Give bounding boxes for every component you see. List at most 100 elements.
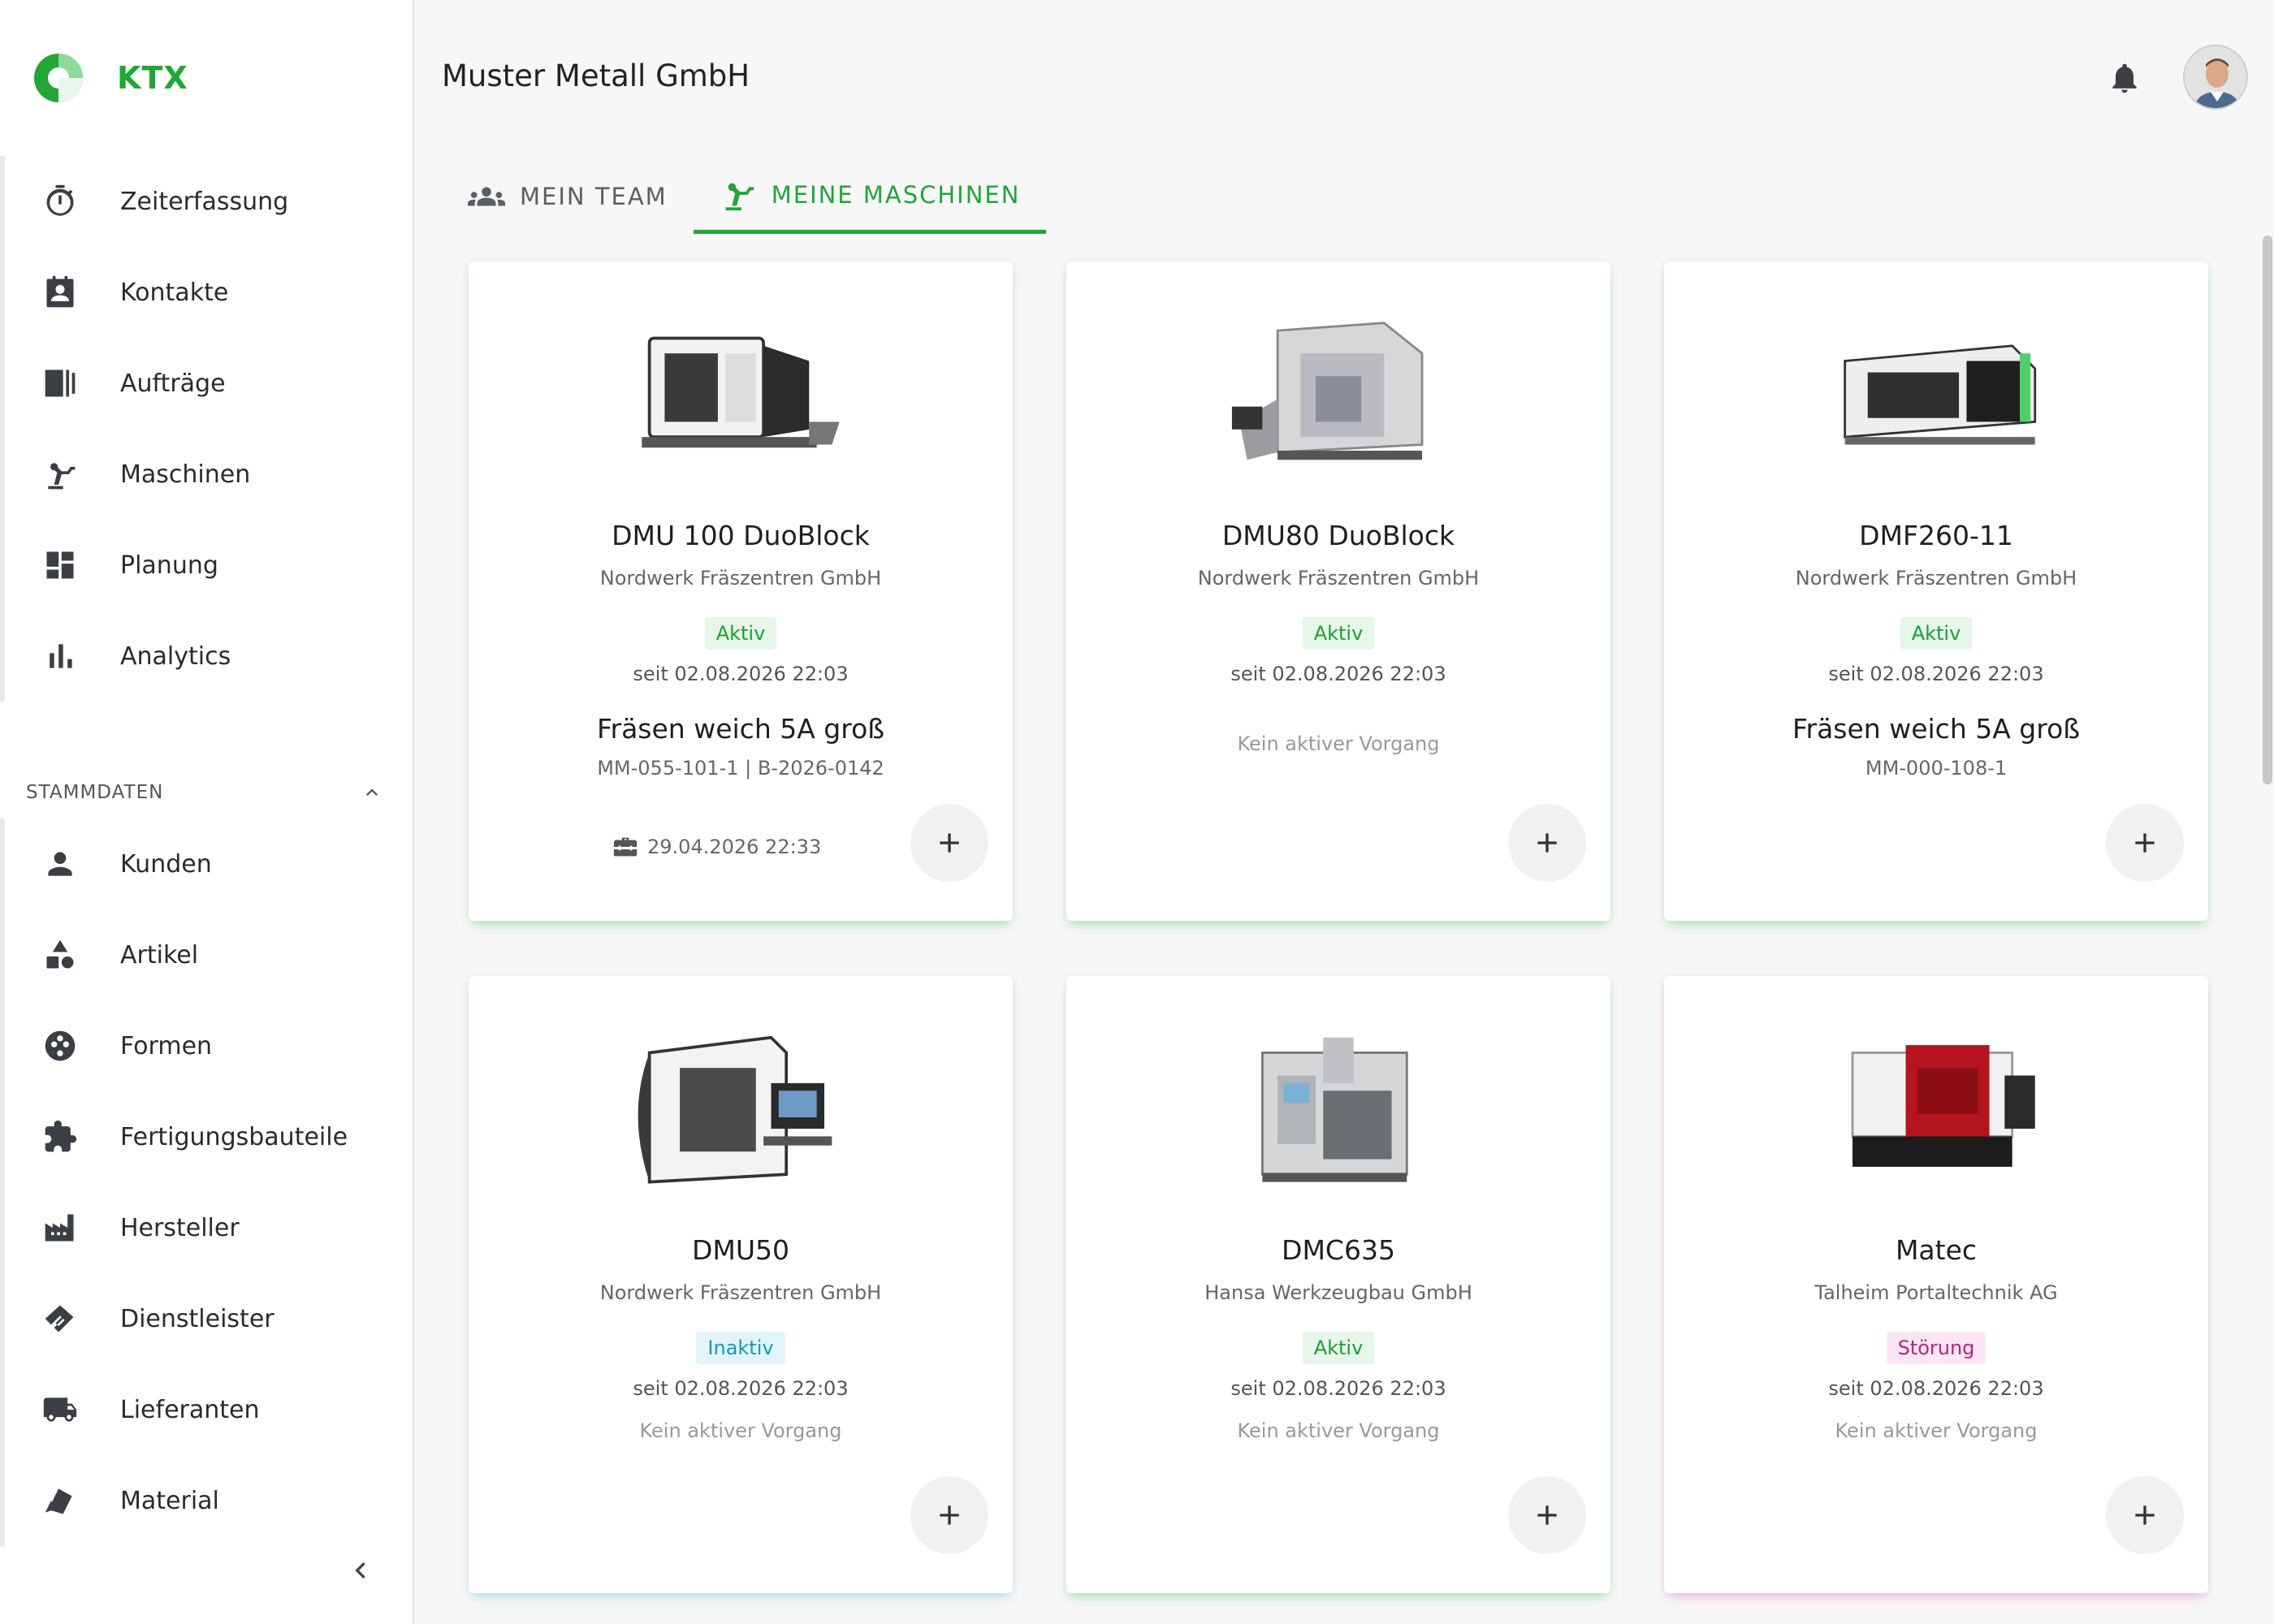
job-reference: MM-055-101-1 | B-2026-0142 (597, 757, 884, 780)
stammdaten-nav: Kunden Artikel Formen Fertigungsbauteile… (0, 818, 414, 1546)
no-active-job: Kein aktiver Vorgang (1237, 1419, 1440, 1442)
tab-label: MEIN TEAM (520, 183, 668, 210)
machine-company: Nordwerk Fräszentren GmbH (599, 1281, 882, 1304)
machine-company: Nordwerk Fräszentren GmbH (1795, 567, 2077, 590)
main-nav: Zeiterfassung Kontakte Aufträge Maschine… (0, 156, 414, 702)
sidebar-item-label: Planung (120, 551, 218, 580)
sidebar-item-analytics[interactable]: Analytics (5, 611, 414, 702)
add-button[interactable] (2106, 1476, 2184, 1554)
sidebar-item-label: Hersteller (120, 1213, 240, 1242)
tab-meine-maschinen[interactable]: MEINE MASCHINEN (693, 159, 1047, 234)
add-button[interactable] (1508, 1476, 1586, 1554)
sidebar-item-label: Formen (120, 1031, 213, 1060)
sidebar-item-formen[interactable]: Formen (5, 1000, 414, 1091)
machine-image (1806, 302, 2066, 481)
job-title: Fräsen weich 5A groß (596, 713, 885, 745)
sidebar-item-hersteller[interactable]: Hersteller (5, 1182, 414, 1273)
avatar[interactable] (2183, 45, 2248, 110)
sidebar-item-auftraege[interactable]: Aufträge (5, 338, 414, 429)
person-icon (42, 846, 78, 882)
machine-card[interactable]: DMU 100 DuoBlock Nordwerk Fräszentren Gm… (469, 261, 1013, 921)
status-badge: Aktiv (1900, 617, 1973, 650)
sidebar-item-dienstleister[interactable]: Dienstleister (5, 1273, 414, 1364)
machine-card[interactable]: DMU50 Nordwerk Fräszentren GmbH Inaktiv … (469, 976, 1013, 1593)
job-reference: MM-000-108-1 (1865, 757, 2008, 780)
chevron-up-icon (366, 788, 378, 796)
machine-name: Matec (1895, 1234, 1978, 1266)
add-button[interactable] (2106, 804, 2184, 882)
sidebar-item-artikel[interactable]: Artikel (5, 909, 414, 1000)
status-since: seit 02.08.2026 22:03 (633, 663, 849, 685)
add-button[interactable] (910, 804, 988, 882)
sidebar-item-label: Aufträge (120, 369, 226, 398)
machine-company: Nordwerk Fräszentren GmbH (1197, 567, 1480, 590)
status-since: seit 02.08.2026 22:03 (633, 1377, 849, 1400)
notifications-button[interactable] (2107, 60, 2142, 96)
machine-image (1208, 302, 1468, 481)
status-badge: Inaktiv (696, 1332, 785, 1364)
status-badge: Störung (1886, 1332, 1987, 1364)
sidebar-item-lieferanten[interactable]: Lieferanten (5, 1364, 414, 1455)
sidebar-item-material[interactable]: Material (5, 1455, 414, 1546)
machine-image (611, 302, 871, 481)
sidebar-item-kunden[interactable]: Kunden (5, 818, 414, 909)
machine-name: DMF260-11 (1859, 520, 2013, 551)
machine-name: DMU50 (691, 1234, 790, 1266)
material-icon (42, 1483, 78, 1518)
status-since: seit 02.08.2026 22:03 (1230, 663, 1446, 685)
brand-name: KTX (117, 60, 188, 96)
sidebar-item-label: Zeiterfassung (120, 187, 289, 216)
no-active-job: Kein aktiver Vorgang (1835, 1419, 2038, 1442)
machine-name: DMU80 DuoBlock (1221, 520, 1455, 551)
machine-company: Hansa Werkzeugbau GmbH (1204, 1281, 1472, 1304)
sidebar-item-label: Lieferanten (120, 1395, 260, 1424)
machine-image (1208, 1017, 1468, 1195)
team-icon (468, 187, 505, 206)
machine-card[interactable]: DMC635 Hansa Werkzeugbau GmbH Aktiv seit… (1066, 976, 1610, 1593)
contact-card-icon (42, 274, 78, 310)
brand-logo[interactable]: KTX (32, 52, 188, 104)
plus-icon (940, 833, 959, 853)
machine-card[interactable]: DMU80 DuoBlock Nordwerk Fräszentren GmbH… (1066, 261, 1610, 921)
sidebar-item-label: Analytics (120, 641, 231, 671)
robot-arm-icon (42, 456, 78, 492)
sidebar-item-zeiterfassung[interactable]: Zeiterfassung (5, 156, 414, 247)
tab-mein-team[interactable]: MEIN TEAM (442, 159, 694, 234)
collapse-sidebar-button[interactable] (344, 1554, 377, 1587)
machine-company: Talheim Portaltechnik AG (1814, 1281, 2058, 1304)
puzzle-icon (42, 1119, 78, 1155)
sidebar-item-maschinen[interactable]: Maschinen (5, 429, 414, 520)
plus-icon (2135, 833, 2155, 853)
tab-bar: MEIN TEAM MEINE MASCHINEN (442, 159, 1047, 234)
sidebar-item-label: Fertigungsbauteile (120, 1122, 348, 1151)
plus-icon (1537, 1505, 1557, 1525)
status-since: seit 02.08.2026 22:03 (1828, 663, 2044, 685)
user-avatar-icon (2185, 46, 2246, 108)
sidebar-item-kontakte[interactable]: Kontakte (5, 247, 414, 338)
sidebar-item-planung[interactable]: Planung (5, 520, 414, 611)
status-badge: Aktiv (704, 617, 777, 650)
plus-icon (940, 1505, 959, 1525)
bar-chart-icon (42, 638, 78, 674)
add-button[interactable] (910, 1476, 988, 1554)
sidebar-item-label: Kunden (120, 849, 212, 879)
section-title: STAMMDATEN (26, 782, 164, 803)
machine-company: Nordwerk Fräszentren GmbH (599, 567, 882, 590)
section-header-stammdaten[interactable]: STAMMDATEN (26, 781, 383, 804)
machine-image (1806, 1017, 2066, 1195)
job-date-text: 29.04.2026 22:33 (647, 836, 822, 858)
machine-card[interactable]: DMF260-11 Nordwerk Fräszentren GmbH Akti… (1664, 261, 2208, 921)
handshake-icon (42, 1301, 78, 1337)
toolbox-icon (613, 837, 638, 857)
bell-icon (2112, 63, 2137, 93)
mold-icon (42, 1028, 78, 1064)
machine-card[interactable]: Matec Talheim Portaltechnik AG Störung s… (1664, 976, 2208, 1593)
orders-icon (42, 365, 78, 401)
shapes-icon (42, 937, 78, 973)
add-button[interactable] (1508, 804, 1586, 882)
sidebar-item-fertigungsbauteile[interactable]: Fertigungsbauteile (5, 1091, 414, 1182)
scrollbar-thumb[interactable] (2263, 235, 2272, 784)
machine-name: DMU 100 DuoBlock (612, 520, 870, 551)
tab-label: MEINE MASCHINEN (771, 180, 1021, 209)
dashboard-icon (42, 547, 78, 583)
